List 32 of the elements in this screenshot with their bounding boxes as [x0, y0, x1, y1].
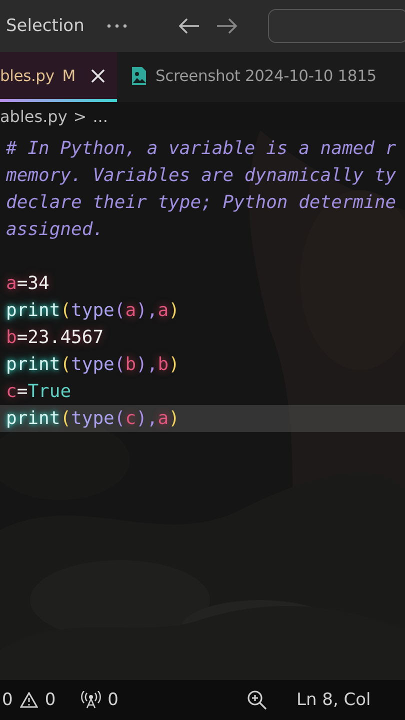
tab-label: bles.py: [0, 66, 54, 84]
code-comment: memory. Variables are dynamically ty: [6, 165, 396, 186]
editor-tab[interactable]: Screenshot 2024-10-10 1815: [117, 52, 386, 102]
image-file-icon: [131, 66, 148, 86]
close-icon[interactable]: [91, 68, 106, 82]
cursor-position[interactable]: Ln 8, Col: [296, 690, 371, 710]
tab-label: Screenshot 2024-10-10 1815: [155, 66, 376, 84]
more-icon[interactable]: [106, 23, 128, 29]
forward-arrow-icon[interactable]: [216, 18, 238, 34]
code-comment: # In Python, a variable is a named r: [6, 138, 396, 159]
search-field[interactable]: [268, 9, 405, 43]
warning-icon[interactable]: [20, 692, 38, 708]
warning-count[interactable]: 0: [44, 690, 56, 710]
menu-item[interactable]: Selection: [6, 16, 84, 36]
code-line: c=True: [6, 381, 72, 402]
breadcrumb-separator: >: [73, 106, 87, 126]
code-comment: declare their type; Python determine: [6, 192, 396, 213]
zoom-in-icon[interactable]: [247, 690, 268, 710]
breadcrumb-item[interactable]: ables.py: [0, 106, 68, 126]
code-comment: assigned.: [6, 219, 104, 240]
code-line: print(type(b),b): [6, 354, 180, 375]
code-line: print(type(a),a): [6, 300, 180, 321]
modified-status: M: [62, 66, 76, 84]
code-line: b=23.4567: [6, 327, 104, 348]
error-count[interactable]: 0: [2, 690, 13, 710]
editor-tab[interactable]: bles.py M: [0, 52, 118, 102]
code-line: a=34: [6, 273, 50, 294]
breadcrumb-item[interactable]: ...: [92, 106, 108, 126]
ports-count[interactable]: 0: [108, 690, 118, 710]
broadcast-icon[interactable]: [80, 691, 101, 709]
back-arrow-icon[interactable]: [178, 18, 200, 34]
code-line: print(type(c),a): [6, 408, 180, 429]
